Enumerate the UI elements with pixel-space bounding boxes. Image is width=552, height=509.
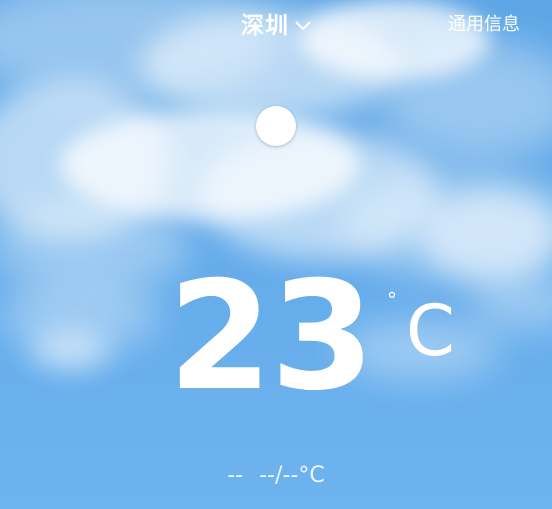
weather-condition: --	[227, 463, 244, 488]
slider-knob[interactable]	[256, 106, 296, 146]
weather-screen: 深圳 通用信息 23 ° C -- --/--°C	[0, 0, 552, 509]
weather-summary: -- --/--°C	[0, 463, 552, 488]
general-info-link[interactable]: 通用信息	[448, 10, 520, 36]
temperature-unit: C	[406, 290, 455, 372]
temperature-range: --/--°C	[259, 463, 325, 488]
city-name: 深圳	[241, 13, 289, 39]
temperature-value: 23	[168, 250, 375, 424]
chevron-down-icon	[295, 11, 311, 37]
degree-symbol: °	[387, 288, 397, 312]
